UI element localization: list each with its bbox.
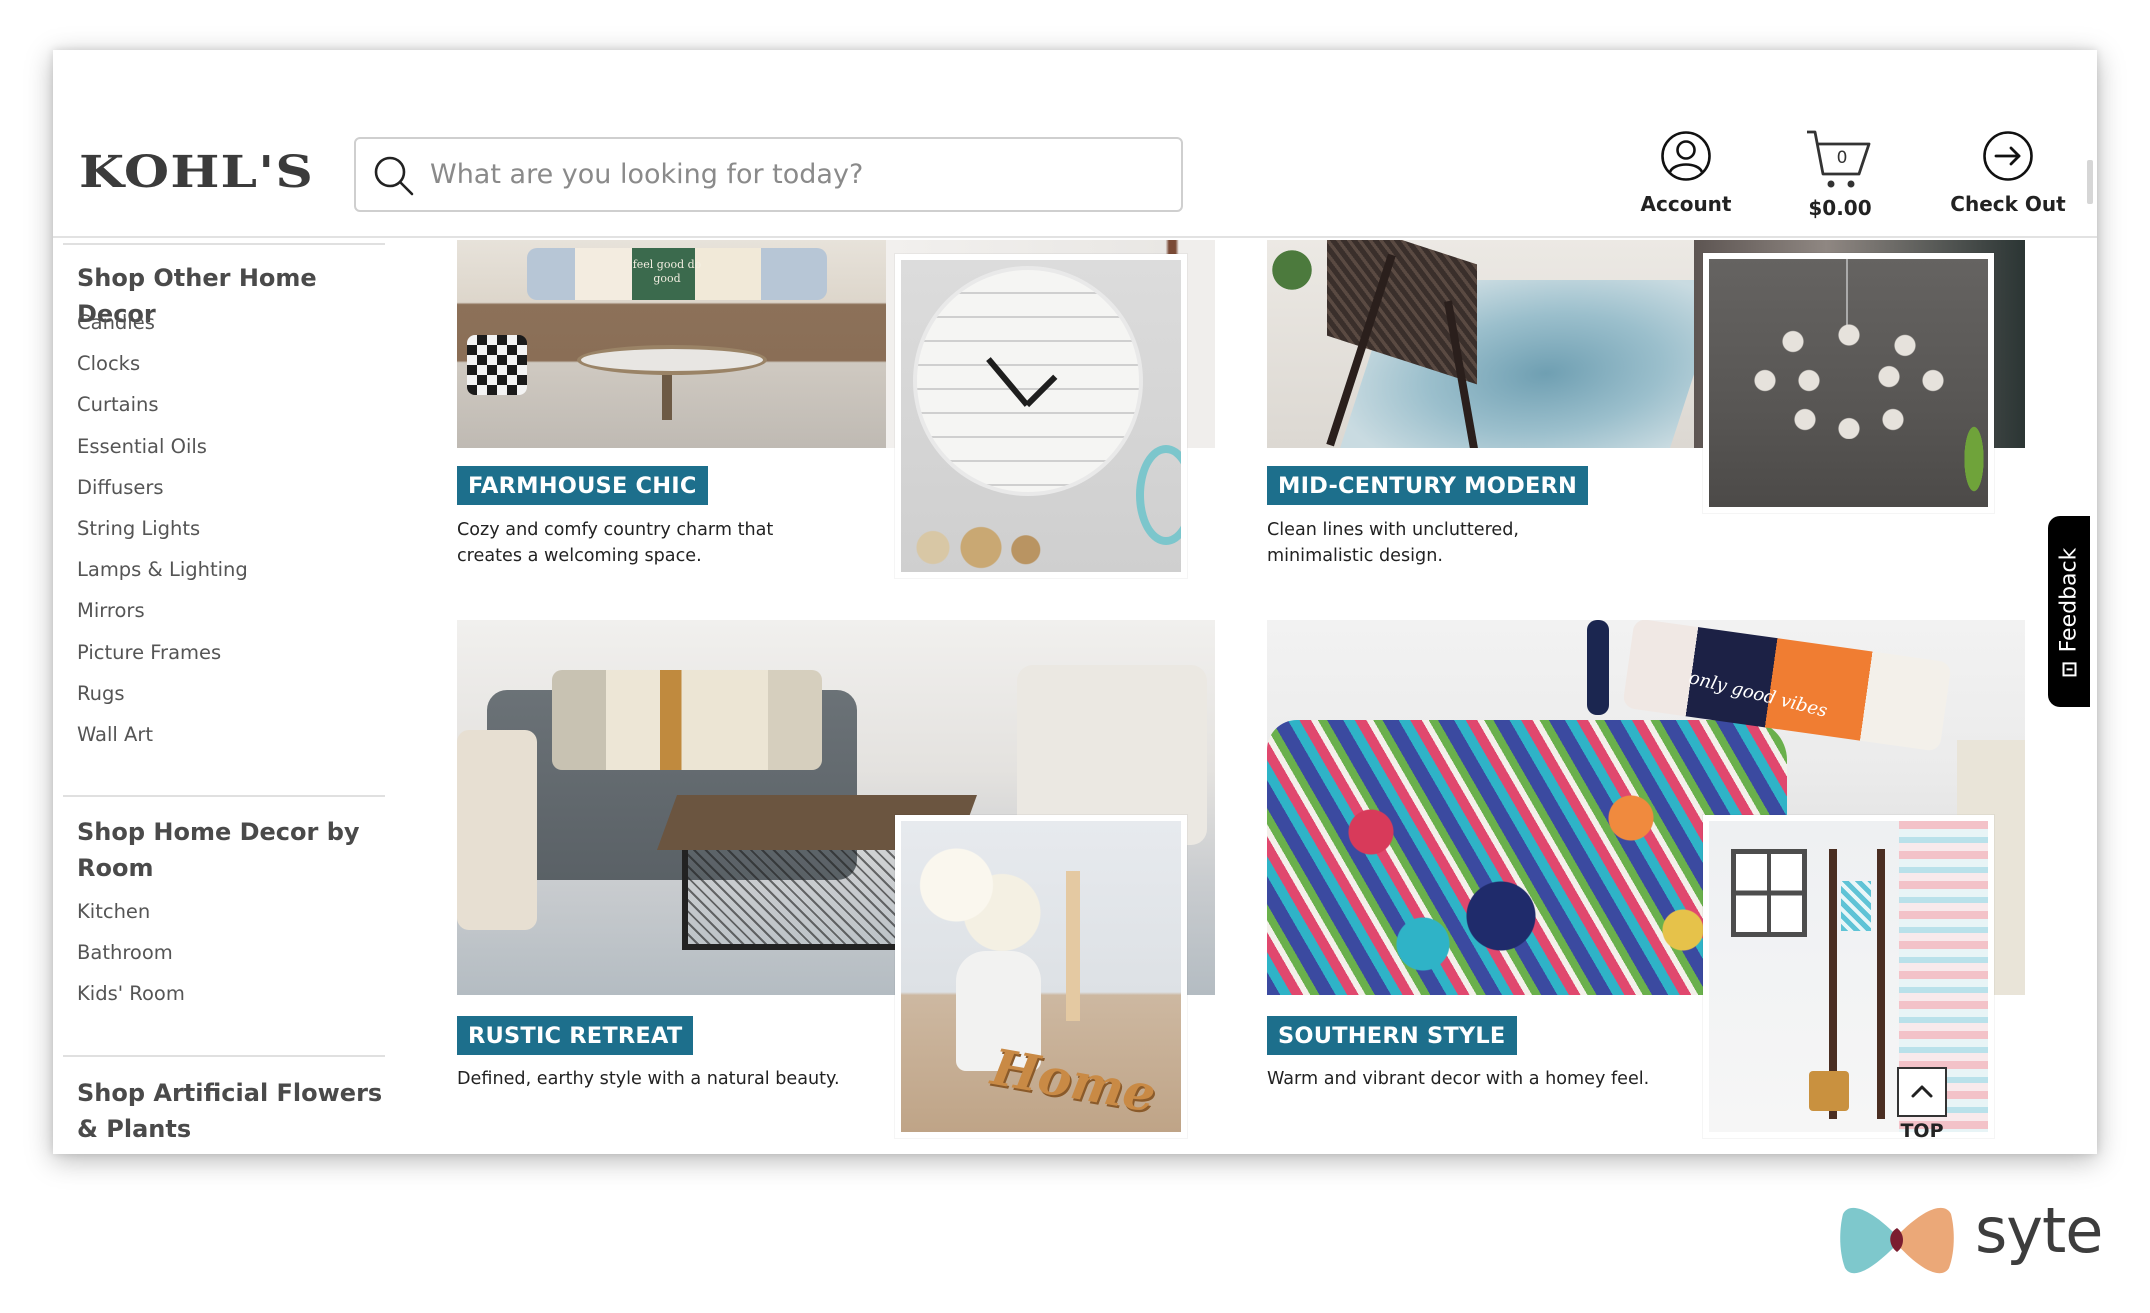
- plant: [1267, 240, 1317, 300]
- cart-total: $0.00: [1808, 196, 1872, 220]
- sidebar-item-rugs[interactable]: Rugs: [77, 673, 248, 714]
- style-desc-mid-century-modern: Clean lines with uncluttered, minimalist…: [1267, 520, 1520, 566]
- checkout-label: Check Out: [1950, 192, 2066, 216]
- feedback-icon: [2062, 661, 2076, 676]
- search-icon[interactable]: [370, 152, 416, 198]
- clock-face: [913, 266, 1143, 496]
- style-desc-rustic-retreat: Defined, earthy style with a natural bea…: [457, 1069, 840, 1089]
- syte-wordmark: syte: [1975, 1194, 2103, 1267]
- arrow-right-circle-icon: [1983, 131, 2033, 181]
- sidebar-item-diffusers[interactable]: Diffusers: [77, 467, 248, 508]
- towel: [1841, 881, 1871, 931]
- sidebar-divider: [63, 1055, 385, 1057]
- account-icon: [1661, 131, 1711, 181]
- style-tag-southern-style[interactable]: SOUTHERN STYLE: [1267, 1016, 1517, 1055]
- account-label: Account: [1640, 192, 1732, 216]
- ladder-rail: [1877, 849, 1885, 1119]
- account-button[interactable]: Account: [1616, 130, 1756, 216]
- sidebar-divider: [63, 243, 385, 245]
- sidebar-item-essential-oils[interactable]: Essential Oils: [77, 426, 248, 467]
- sidebar-item-picture-frames[interactable]: Picture Frames: [77, 632, 248, 673]
- decor-balls: [901, 525, 1061, 570]
- feedback-tab[interactable]: Feedback: [2048, 516, 2090, 707]
- search-bar[interactable]: [354, 137, 1183, 212]
- logo-text: KOHL'S: [79, 147, 315, 198]
- style-tag-rustic-retreat[interactable]: RUSTIC RETREAT: [457, 1016, 694, 1055]
- lamp-base: [1587, 620, 1609, 715]
- white-flowers: [911, 841, 1041, 951]
- sidebar-heading-home-decor-by-room[interactable]: Shop Home Decor by Room: [77, 814, 387, 886]
- teal-frame: [1136, 445, 1181, 545]
- candlestick: [1066, 871, 1080, 1021]
- farmhouse-living-room-image[interactable]: feel good do good: [457, 240, 886, 448]
- pillow-text: feel good do good: [632, 258, 702, 285]
- sidebar-list-by-room: Kitchen Bathroom Kids' Room: [77, 891, 185, 1015]
- sidebar-item-bathroom[interactable]: Bathroom: [77, 932, 185, 973]
- sidebar-item-curtains[interactable]: Curtains: [77, 384, 248, 425]
- sidebar-item-mirrors[interactable]: Mirrors: [77, 590, 248, 631]
- plaid-blanket: [467, 335, 527, 395]
- cart-icon: 0: [1805, 128, 1875, 190]
- style-desc-farmhouse-chic: Cozy and comfy country charm that create…: [457, 520, 774, 566]
- sidebar-item-kids-room[interactable]: Kids' Room: [77, 973, 185, 1014]
- coffee-table: [577, 345, 767, 375]
- syte-logo-icon: [1840, 1207, 1954, 1274]
- cart-count: 0: [1836, 148, 1848, 168]
- sidebar-list-other-home-decor: Candles Clocks Curtains Essential Oils D…: [77, 302, 248, 755]
- search-input[interactable]: [430, 159, 1181, 190]
- chandelier-globes: [1749, 309, 1949, 439]
- checkout-button[interactable]: Check Out: [1938, 130, 2078, 216]
- style-tag-mid-century-modern[interactable]: MID-CENTURY MODERN: [1267, 466, 1589, 505]
- sidebar-divider: [63, 795, 385, 797]
- mid-century-chandelier-inset[interactable]: [1703, 253, 1994, 513]
- style-desc-southern-style: Warm and vibrant decor with a homey feel…: [1267, 1069, 1650, 1089]
- syte-watermark: syte: [1835, 1194, 2105, 1280]
- sidebar-nav: Shop Other Home Decor Candles Clocks Cur…: [63, 240, 385, 1154]
- kohls-logo[interactable]: KOHL'S: [79, 151, 314, 195]
- table-leg: [662, 375, 672, 420]
- sidebar-item-wall-art[interactable]: Wall Art: [77, 714, 248, 755]
- chevron-up-icon: [1911, 1085, 1933, 1098]
- cart-button[interactable]: 0 $0.00: [1770, 128, 1910, 220]
- back-to-top-label[interactable]: TOP: [1896, 1120, 1948, 1142]
- sidebar-item-clocks[interactable]: Clocks: [77, 343, 248, 384]
- page-scrollbar[interactable]: [2087, 160, 2093, 204]
- home-sign: Home: [987, 1037, 1161, 1124]
- basket: [1809, 1071, 1849, 1111]
- style-tag-farmhouse-chic[interactable]: FARMHOUSE CHIC: [457, 466, 708, 505]
- sidebar-heading-artificial-flowers[interactable]: Shop Artificial Flowers & Plants: [77, 1075, 387, 1147]
- farmhouse-clock-inset[interactable]: [895, 254, 1187, 578]
- window: [1731, 849, 1807, 937]
- plant-leaf: [1959, 409, 1988, 507]
- site-header: KOHL'S Account 0: [53, 50, 2097, 238]
- throw-pillows: [552, 670, 822, 770]
- sidebar-item-string-lights[interactable]: String Lights: [77, 508, 248, 549]
- throw-blanket: [457, 730, 537, 930]
- browser-window: KOHL'S Account 0: [53, 50, 2097, 1154]
- rustic-flowers-inset[interactable]: Home: [895, 815, 1187, 1138]
- sidebar-item-lamps-lighting[interactable]: Lamps & Lighting: [77, 549, 248, 590]
- feedback-label: Feedback: [2056, 547, 2082, 652]
- sidebar-item-candles[interactable]: Candles: [77, 302, 248, 343]
- mid-century-chair-image[interactable]: [1267, 240, 1694, 448]
- southern-bathroom-inset[interactable]: [1703, 815, 1994, 1138]
- back-to-top-button[interactable]: [1897, 1067, 1947, 1117]
- sidebar-item-kitchen[interactable]: Kitchen: [77, 891, 185, 932]
